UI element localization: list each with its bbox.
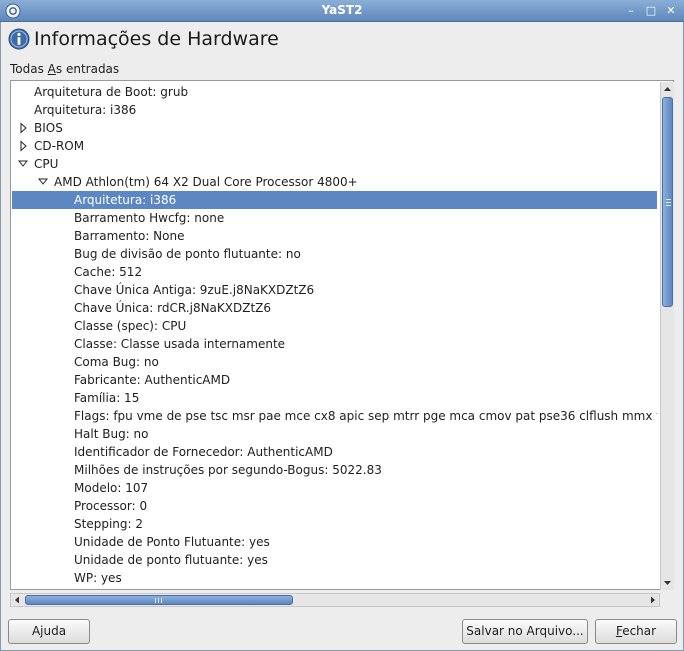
tree-row-label: Halt Bug: no <box>74 427 149 441</box>
tree-row-label: Unidade de ponto flutuante: yes <box>74 553 268 567</box>
collapsed-triangle-icon[interactable] <box>18 137 28 155</box>
tree-row[interactable]: Stepping: 2 <box>12 515 657 533</box>
tree-row-label: AMD Athlon(tm) 64 X2 Dual Core Processor… <box>54 175 358 189</box>
scroll-up-icon[interactable] <box>661 82 674 96</box>
vertical-scroll-thumb[interactable] <box>662 97 673 307</box>
close-button-label: echar <box>622 624 657 638</box>
tree-row[interactable]: Barramento: None <box>12 227 657 245</box>
horizontal-scroll-thumb[interactable] <box>25 595 293 605</box>
tree-row[interactable]: Milhões de instruções por segundo-Bogus:… <box>12 461 657 479</box>
tree-row-label: Arquitetura de Boot: grub <box>34 85 189 99</box>
window-title: YaST2 <box>321 3 363 17</box>
tree-row[interactable]: Modelo: 107 <box>12 479 657 497</box>
close-window-button[interactable]: ✕ <box>663 3 679 19</box>
tree-label-suffix: s entradas <box>55 62 120 76</box>
maximize-button[interactable]: □ <box>643 3 659 19</box>
tree-row-label: Classe (spec): CPU <box>74 319 187 333</box>
tree-label-mnemonic: A <box>47 62 56 76</box>
tree-row-label: Modelo: 107 <box>74 481 149 495</box>
tree-row[interactable]: WP: yes <box>12 569 657 587</box>
save-to-file-button[interactable]: Salvar no Arquivo... <box>462 619 588 644</box>
tree-row-label: CD-ROM <box>34 139 85 153</box>
tree-viewport: Arquitetura de Boot: grub Arquitetura: i3… <box>12 82 657 590</box>
tree-row[interactable]: Classe (spec): CPU <box>12 317 657 335</box>
tree-row[interactable]: Bug de divisão de ponto flutuante: no <box>12 245 657 263</box>
tree-row[interactable]: Cache: 512 <box>12 263 657 281</box>
tree-row[interactable]: Coma Bug: no <box>12 353 657 371</box>
collapsed-triangle-icon[interactable] <box>18 119 28 137</box>
expanded-triangle-icon[interactable] <box>38 173 48 191</box>
tree-row-label: Flags: fpu vme de pse tsc msr pae mce cx… <box>74 409 657 423</box>
tree-row[interactable]: Fabricante: AuthenticAMD <box>12 371 657 389</box>
tree-row-label: Família: 15 <box>74 391 140 405</box>
horizontal-scrollbar[interactable] <box>10 593 660 607</box>
tree-row[interactable]: Classe: Classe usada internamente <box>12 335 657 353</box>
tree-row[interactable]: Processor: 0 <box>12 497 657 515</box>
tree-row-label: Arquitetura: i386 <box>74 193 177 207</box>
tree-row[interactable]: Identificador de Fornecedor: AuthenticAM… <box>12 443 657 461</box>
tree-row[interactable]: Chave Única: rdCR.j8NaKXDZtZ6 <box>12 299 657 317</box>
tree-row-label: Bug de divisão de ponto flutuante: no <box>74 247 301 261</box>
tree-row-label: Arquitetura: i386 <box>34 103 137 117</box>
grip-icon <box>666 199 671 206</box>
tree-row-label: Classe: Classe usada internamente <box>74 337 286 351</box>
tree-row[interactable]: BIOS <box>12 119 657 137</box>
tree-row-label: Chave Única Antiga: 9zuE.j8NaKXDZtZ6 <box>74 283 315 297</box>
tree-row[interactable]: Unidade de Ponto Flutuante: yes <box>12 533 657 551</box>
scroll-left-icon[interactable] <box>11 594 24 606</box>
tree-row-label: Barramento Hwcfg: none <box>74 211 225 225</box>
tree-row[interactable]: Chave Única Antiga: 9zuE.j8NaKXDZtZ6 <box>12 281 657 299</box>
window-titlebar[interactable]: YaST2 – □ ✕ <box>0 0 684 22</box>
page-title: Informações de Hardware <box>34 28 279 50</box>
tree-row[interactable]: Barramento Hwcfg: none <box>12 209 657 227</box>
tree-row[interactable]: CPU <box>12 155 657 173</box>
tree-row[interactable]: Flags: fpu vme de pse tsc msr pae mce cx… <box>12 407 657 425</box>
help-button[interactable]: Ajuda <box>8 619 90 644</box>
tree-row-label: WP: yes <box>74 571 122 585</box>
info-icon <box>8 28 30 50</box>
expanded-triangle-icon[interactable] <box>18 155 28 173</box>
tree-row[interactable]: Unidade de ponto flutuante: yes <box>12 551 657 569</box>
tree-row[interactable]: Halt Bug: no <box>12 425 657 443</box>
tree-row-label: BIOS <box>34 121 63 135</box>
minimize-button[interactable]: – <box>623 3 639 19</box>
scroll-down-icon[interactable] <box>661 576 674 590</box>
tree-row-label: Coma Bug: no <box>74 355 159 369</box>
tree-row[interactable]: CD-ROM <box>12 137 657 155</box>
tree-row[interactable]: Arquitetura: i386 <box>12 191 657 209</box>
tree-row-label: Barramento: None <box>74 229 185 243</box>
tree-row[interactable]: Arquitetura: i386 <box>12 101 657 119</box>
hardware-tree[interactable]: Arquitetura de Boot: grub Arquitetura: i3… <box>10 80 674 590</box>
grip-icon <box>155 598 162 603</box>
close-button[interactable]: Fechar <box>595 619 677 644</box>
tree-row-label: Unidade de Ponto Flutuante: yes <box>74 535 270 549</box>
tree-row-label: Milhões de instruções por segundo-Bogus:… <box>74 463 382 477</box>
tree-label: Todas As entradas <box>10 62 119 76</box>
tree-row-label: Chave Única: rdCR.j8NaKXDZtZ6 <box>74 301 272 315</box>
tree-row-label: Cache: 512 <box>74 265 143 279</box>
tree-row-label: Fabricante: AuthenticAMD <box>74 373 231 387</box>
tree-row[interactable]: Arquitetura de Boot: grub <box>12 83 657 101</box>
vertical-scrollbar[interactable] <box>660 82 674 590</box>
tree-row-label: Stepping: 2 <box>74 517 143 531</box>
tree-row-label: CPU <box>34 157 59 171</box>
tree-row[interactable]: Família: 15 <box>12 389 657 407</box>
tree-row-label: Identificador de Fornecedor: AuthenticAM… <box>74 445 333 459</box>
tree-row[interactable]: AMD Athlon(tm) 64 X2 Dual Core Processor… <box>12 173 657 191</box>
scroll-right-icon[interactable] <box>646 594 659 606</box>
tree-row-label: Processor: 0 <box>74 499 148 513</box>
tree-label-prefix: Todas <box>10 62 48 76</box>
